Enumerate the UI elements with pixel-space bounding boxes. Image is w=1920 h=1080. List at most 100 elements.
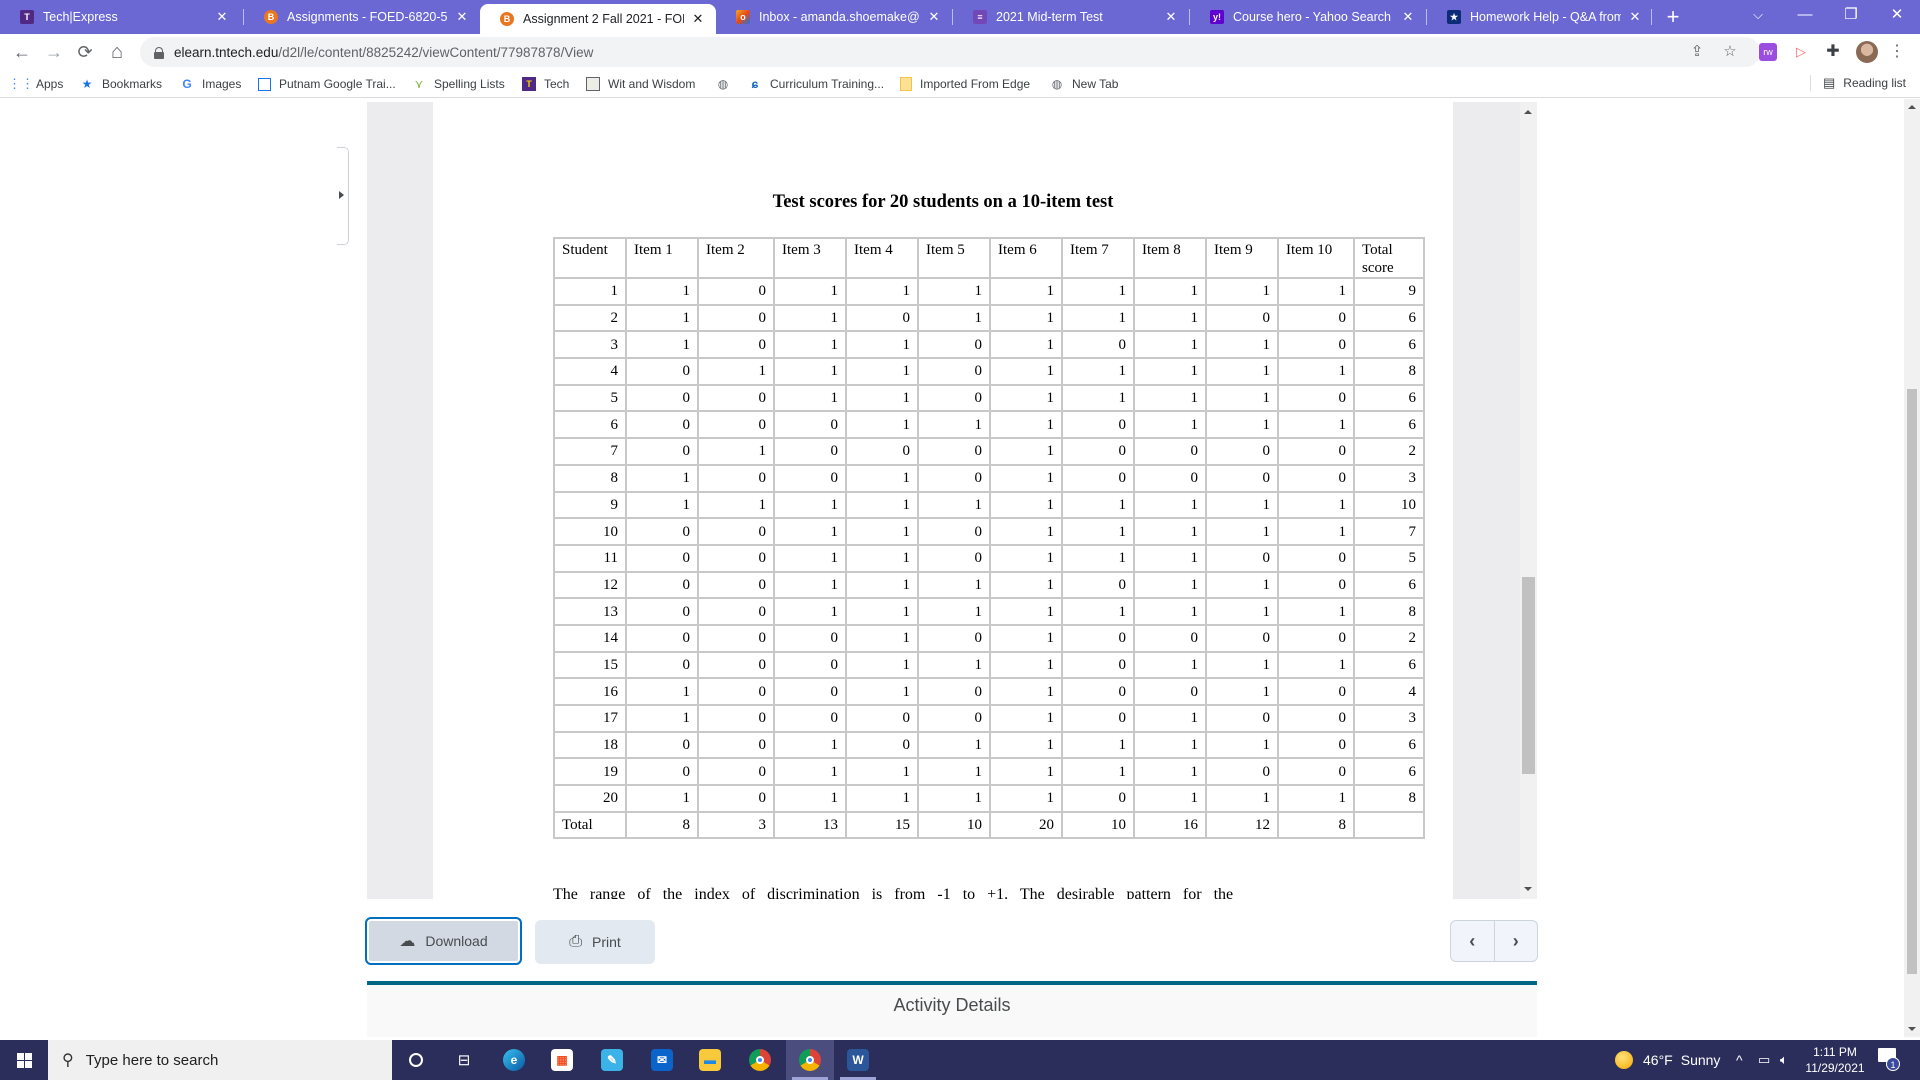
download-button[interactable]: ☁ Download bbox=[365, 917, 522, 965]
scroll-down-arrow-icon[interactable] bbox=[1908, 1027, 1916, 1031]
tab-assignments[interactable]: B Assignments - FOED-6820-503 - ✕ bbox=[244, 0, 480, 34]
task-view-button[interactable]: ⊟ bbox=[440, 1040, 488, 1080]
total-score-cell: 6 bbox=[1353, 330, 1425, 360]
print-button[interactable]: ⎙ Print bbox=[535, 920, 655, 964]
table-row: 310110101106 bbox=[553, 330, 1425, 360]
item-score-cell: 0 bbox=[1277, 623, 1355, 653]
item-score-cell: 1 bbox=[1277, 517, 1355, 546]
taskbar-journal[interactable]: ✎ bbox=[588, 1040, 636, 1080]
next-topic-button[interactable]: › bbox=[1493, 921, 1538, 961]
tab-homework-help[interactable]: ★ Homework Help - Q&A from On ✕ bbox=[1427, 0, 1653, 34]
item-score-cell: 1 bbox=[989, 437, 1063, 466]
share-icon[interactable]: ⇪ bbox=[1687, 42, 1707, 62]
item-score-cell: 0 bbox=[1061, 677, 1135, 706]
network-icon[interactable]: ▭ bbox=[1758, 1040, 1770, 1080]
extensions-puzzle-icon[interactable]: ✚ bbox=[1822, 41, 1844, 63]
item-score-cell: 1 bbox=[1061, 303, 1135, 333]
action-center-button[interactable]: 1 bbox=[1878, 1048, 1902, 1072]
page-scrollbar[interactable] bbox=[1904, 99, 1920, 1037]
taskbar-chrome[interactable] bbox=[736, 1040, 784, 1080]
bookmark-star-icon[interactable]: ☆ bbox=[1720, 42, 1740, 62]
close-icon[interactable]: ✕ bbox=[1163, 9, 1179, 25]
reload-button[interactable]: ⟳ bbox=[73, 40, 97, 64]
bookmark-spelling-lists[interactable]: ⋎ Spelling Lists bbox=[412, 75, 505, 93]
volume-icon[interactable]: 🔈︎ bbox=[1780, 1040, 1788, 1080]
tab-inbox[interactable]: o Inbox - amanda.shoemake@smi ✕ bbox=[716, 0, 952, 34]
forward-button[interactable]: → bbox=[42, 40, 66, 64]
cortana-button[interactable] bbox=[392, 1040, 440, 1080]
scroll-up-arrow-icon[interactable] bbox=[1908, 105, 1916, 109]
taskbar-mail[interactable]: ✉ bbox=[638, 1040, 686, 1080]
bookmark-wit-and-wisdom[interactable]: Wit and Wisdom bbox=[586, 75, 695, 93]
close-window-button[interactable]: ✕ bbox=[1874, 0, 1920, 30]
item-score-cell: 1 bbox=[845, 383, 919, 413]
weather-widget[interactable]: 46°F Sunny bbox=[1615, 1040, 1720, 1080]
url-text[interactable]: elearn.tntech.edu/d2l/le/content/8825242… bbox=[174, 45, 593, 60]
activity-details-heading[interactable]: Activity Details bbox=[367, 985, 1537, 1016]
previous-topic-button[interactable]: ‹ bbox=[1451, 921, 1494, 961]
menu-kebab-icon[interactable]: ⋮ bbox=[1886, 41, 1908, 63]
item-score-cell: 1 bbox=[845, 463, 919, 493]
scrollbar-thumb[interactable] bbox=[1907, 389, 1917, 974]
back-button[interactable]: ← bbox=[10, 40, 34, 64]
show-hidden-icons-button[interactable]: ^ bbox=[1736, 1040, 1743, 1080]
item-score-cell: 1 bbox=[773, 490, 847, 520]
close-icon[interactable]: ✕ bbox=[1627, 9, 1643, 25]
document-scrollbar[interactable] bbox=[1520, 102, 1537, 899]
bookmark-apps[interactable]: ⋮⋮ Apps bbox=[8, 75, 63, 93]
item-score-cell: 0 bbox=[1277, 570, 1355, 600]
bookmark-new-tab[interactable]: ◍ New Tab bbox=[1050, 75, 1119, 93]
close-icon[interactable]: ✕ bbox=[1400, 9, 1416, 25]
address-bar[interactable]: elearn.tntech.edu/d2l/le/content/8825242… bbox=[140, 37, 1760, 67]
read-write-extension-icon[interactable]: rw bbox=[1759, 43, 1777, 61]
bookmark-tech[interactable]: T Tech bbox=[522, 75, 569, 93]
cloud-download-icon: ☁ bbox=[399, 933, 416, 950]
windows-logo-icon bbox=[16, 1052, 32, 1068]
item-score-cell: 1 bbox=[773, 330, 847, 360]
taskbar-store[interactable]: ▦ bbox=[538, 1040, 586, 1080]
taskbar-word[interactable]: W bbox=[834, 1040, 882, 1080]
close-icon[interactable]: ✕ bbox=[454, 9, 470, 25]
tab-search-button[interactable]: ⌵ bbox=[1736, 0, 1780, 30]
taskbar-chrome-profile[interactable] bbox=[786, 1040, 834, 1080]
scrollbar-thumb[interactable] bbox=[1522, 577, 1535, 774]
word-icon: W bbox=[847, 1049, 869, 1071]
close-icon[interactable]: ✕ bbox=[214, 9, 230, 25]
student-number-cell: 2 bbox=[553, 303, 627, 333]
tab-assignment-2-active[interactable]: B Assignment 2 Fall 2021 - FOED-6 ✕ bbox=[480, 4, 716, 34]
bookmark-putnam[interactable]: Putnam Google Trai... bbox=[258, 75, 396, 93]
taskbar-clock[interactable]: 1:11 PM 11/29/2021 bbox=[1800, 1044, 1870, 1076]
item-score-cell: 1 bbox=[697, 357, 775, 386]
tab-yahoo-search[interactable]: y! Course hero - Yahoo Search Res ✕ bbox=[1190, 0, 1426, 34]
tab-midterm-test[interactable]: ≡ 2021 Mid-term Test ✕ bbox=[953, 0, 1189, 34]
item-score-cell: 0 bbox=[1061, 570, 1135, 600]
item-score-cell: 1 bbox=[625, 303, 699, 333]
restore-button[interactable]: ❐ bbox=[1828, 0, 1874, 30]
screencastify-icon[interactable]: ▷ bbox=[1790, 41, 1812, 63]
bookmark-images[interactable]: G Images bbox=[180, 75, 241, 93]
tab-title: Assignment 2 Fall 2021 - FOED-6 bbox=[523, 12, 684, 26]
taskbar-file-explorer[interactable]: ▬ bbox=[686, 1040, 734, 1080]
scroll-up-arrow-icon[interactable] bbox=[1524, 110, 1532, 114]
item-score-cell: 0 bbox=[1205, 757, 1279, 787]
minimize-button[interactable]: — bbox=[1782, 0, 1828, 30]
total-score-cell: 7 bbox=[1353, 517, 1425, 546]
profile-avatar[interactable] bbox=[1856, 41, 1878, 63]
sidebar-toggle-button[interactable] bbox=[337, 147, 349, 245]
close-icon[interactable]: ✕ bbox=[690, 11, 706, 27]
browser-toolbar: ← → ⟳ ⌂ elearn.tntech.edu/d2l/le/content… bbox=[0, 34, 1920, 70]
tab-techexpress[interactable]: T Tech|Express ✕ bbox=[0, 0, 240, 34]
bookmark-bookmarks[interactable]: ★ Bookmarks bbox=[80, 75, 162, 93]
bookmark-imported-from-edge[interactable]: Imported From Edge bbox=[900, 75, 1030, 93]
bookmark-curriculum-training[interactable]: ɕ Curriculum Training... bbox=[748, 75, 884, 93]
bookmark-globe[interactable]: ◍ bbox=[716, 75, 738, 93]
new-tab-button[interactable]: + bbox=[1660, 4, 1686, 30]
scroll-down-arrow-icon[interactable] bbox=[1524, 887, 1532, 891]
close-icon[interactable]: ✕ bbox=[926, 9, 942, 25]
home-button[interactable]: ⌂ bbox=[105, 40, 129, 64]
taskbar-search-box[interactable]: ⚲ Type here to search bbox=[48, 1040, 392, 1080]
taskbar-edge[interactable]: e bbox=[490, 1040, 538, 1080]
start-button[interactable] bbox=[0, 1040, 48, 1080]
item-score-cell: 0 bbox=[625, 383, 699, 413]
reading-list-button[interactable]: ▤ Reading list bbox=[1810, 75, 1906, 91]
